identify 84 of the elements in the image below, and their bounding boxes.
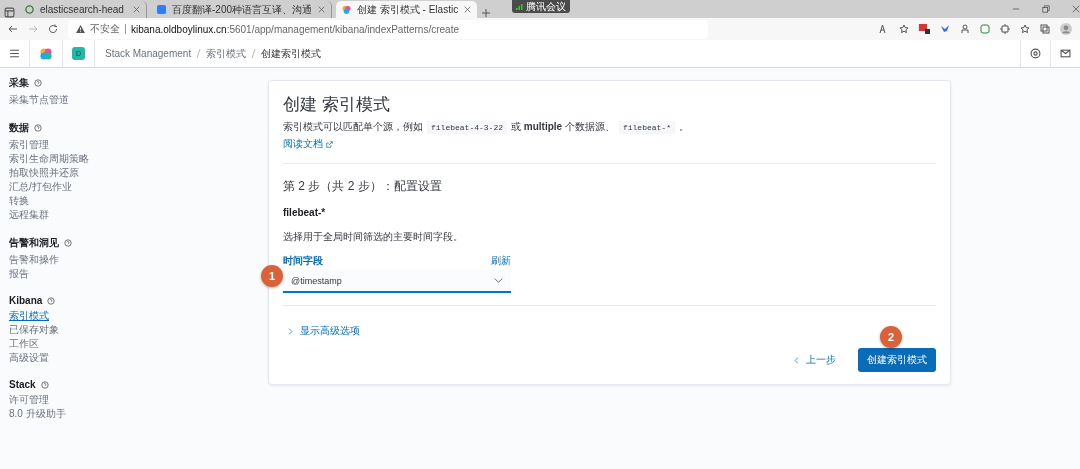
sidebar-item[interactable]: 许可管理 <box>9 393 49 407</box>
logo-icon[interactable] <box>39 46 53 61</box>
help-icon <box>34 124 42 132</box>
help-icon[interactable] <box>1030 48 1041 59</box>
favorites-icon[interactable] <box>1020 24 1030 34</box>
bird-extension-icon[interactable] <box>940 24 950 34</box>
refresh-icon[interactable] <box>48 24 58 34</box>
section-title: Stack <box>9 379 36 390</box>
favicon-icon <box>342 5 351 14</box>
browser-tab[interactable]: 创建 索引模式 - Elastic <box>336 1 478 18</box>
meeting-badge[interactable]: 腾讯会议 <box>512 0 570 13</box>
mail-icon[interactable] <box>1060 48 1071 59</box>
back-icon[interactable] <box>8 24 18 34</box>
tab-title: 创建 索引模式 - Elastic <box>357 2 459 17</box>
field-label: 时间字段 <box>283 254 323 268</box>
restore-icon[interactable] <box>1042 5 1050 13</box>
description-text: 。 <box>678 120 689 134</box>
favicon-icon <box>157 5 166 14</box>
section-title: Kibana <box>9 295 43 306</box>
sidebar-item[interactable]: 已保存对象 <box>9 323 59 337</box>
close-icon[interactable] <box>133 6 140 13</box>
sidebar-item[interactable]: 汇总/打包作业 <box>9 180 72 194</box>
sidebar-item[interactable]: 拍取快照并还原 <box>9 166 79 180</box>
chevron-down-icon[interactable] <box>494 276 503 285</box>
sidebar-item[interactable]: 告警和操作 <box>9 253 59 267</box>
sidebar-item[interactable]: 转换 <box>9 194 29 208</box>
step-marker: 1 <box>261 265 283 287</box>
close-icon[interactable] <box>1072 5 1080 13</box>
description-text: 索引模式可以匹配单个源，例如 <box>283 120 423 134</box>
section-title: 采集 <box>9 76 29 90</box>
favicon-icon <box>25 5 34 14</box>
collections-icon[interactable] <box>1040 24 1050 34</box>
address-field[interactable]: 不安全 kibana.oldboylinux.cn:5601/app/management/kibana/indexPatterns/create <box>68 19 708 39</box>
advanced-options-toggle[interactable]: 显示高级选项 <box>283 324 360 338</box>
pattern-name: filebeat-* <box>283 207 327 218</box>
close-icon[interactable] <box>318 6 325 13</box>
breadcrumb-separator-icon <box>251 49 257 58</box>
extension-icon[interactable] <box>919 24 930 34</box>
sidebar-item[interactable]: 索引管理 <box>9 138 49 152</box>
breadcrumb-separator-icon <box>196 49 202 58</box>
page-title: 创建 索引模式 <box>283 94 391 116</box>
sidebar-item[interactable]: 工作区 <box>9 337 39 351</box>
profile-avatar[interactable] <box>1060 23 1072 35</box>
security-label: 不安全 <box>90 22 120 36</box>
breadcrumb[interactable]: 创建索引模式 <box>261 46 322 61</box>
external-link-icon <box>326 140 333 148</box>
sidebar-item[interactable]: 远程集群 <box>9 208 49 222</box>
sidebar-item[interactable]: 8.0 升级助手 <box>9 407 66 421</box>
code-text: filebeat-* <box>618 120 675 134</box>
sidebar-item[interactable]: 索引模式 <box>9 309 49 323</box>
back-button[interactable]: 上一步 <box>787 352 842 368</box>
code-text: filebeat-4-3-22 <box>427 120 507 134</box>
menu-icon[interactable] <box>9 48 20 59</box>
sidebar-item[interactable]: 报告 <box>9 267 29 281</box>
step-title: 第 2 步（共 2 步）：配置设置 <box>283 178 443 195</box>
section-title: 数据 <box>9 121 29 135</box>
sidebar-item[interactable]: 索引生命周期策略 <box>9 152 89 166</box>
close-icon[interactable] <box>464 6 472 13</box>
refresh-button[interactable]: 刷新 <box>491 254 511 268</box>
time-field-select[interactable]: @timestamp <box>283 270 511 293</box>
warning-icon <box>76 25 85 33</box>
create-button[interactable]: 创建索引模式 <box>858 348 936 372</box>
signal-icon <box>516 3 523 10</box>
chevron-right-icon[interactable] <box>287 327 294 335</box>
new-tab-icon[interactable] <box>481 8 492 18</box>
help-icon <box>34 79 42 87</box>
meeting-label: 腾讯会议 <box>526 0 566 14</box>
favorite-star-icon[interactable] <box>899 24 909 34</box>
section-title: 告警和洞见 <box>9 236 59 250</box>
description-text: 或 multiple 个数据源、 <box>511 120 615 134</box>
hint-text: 选择用于全局时间筛选的主要时间字段。 <box>283 230 464 244</box>
breadcrumb[interactable]: 索引模式 <box>206 46 247 61</box>
url-text: kibana.oldboylinux.cn:5601/app/management/kibana/indexPatterns/create <box>131 23 459 35</box>
sidebar-item[interactable]: 采集节点管道 <box>9 93 69 107</box>
read-aloud-icon[interactable] <box>879 24 889 34</box>
docs-link[interactable]: 阅读文档 <box>283 137 333 151</box>
help-icon <box>47 296 56 305</box>
tab-title: elasticsearch-head <box>40 4 125 15</box>
help-icon <box>40 380 49 389</box>
sidebar-item[interactable]: 高级设置 <box>9 351 49 365</box>
help-icon <box>64 239 72 247</box>
tab-actions-icon[interactable] <box>4 7 15 18</box>
breadcrumb[interactable]: Stack Management <box>105 48 192 59</box>
tab-title: 百度翻译-200种语言互译、沟通 <box>172 2 312 17</box>
